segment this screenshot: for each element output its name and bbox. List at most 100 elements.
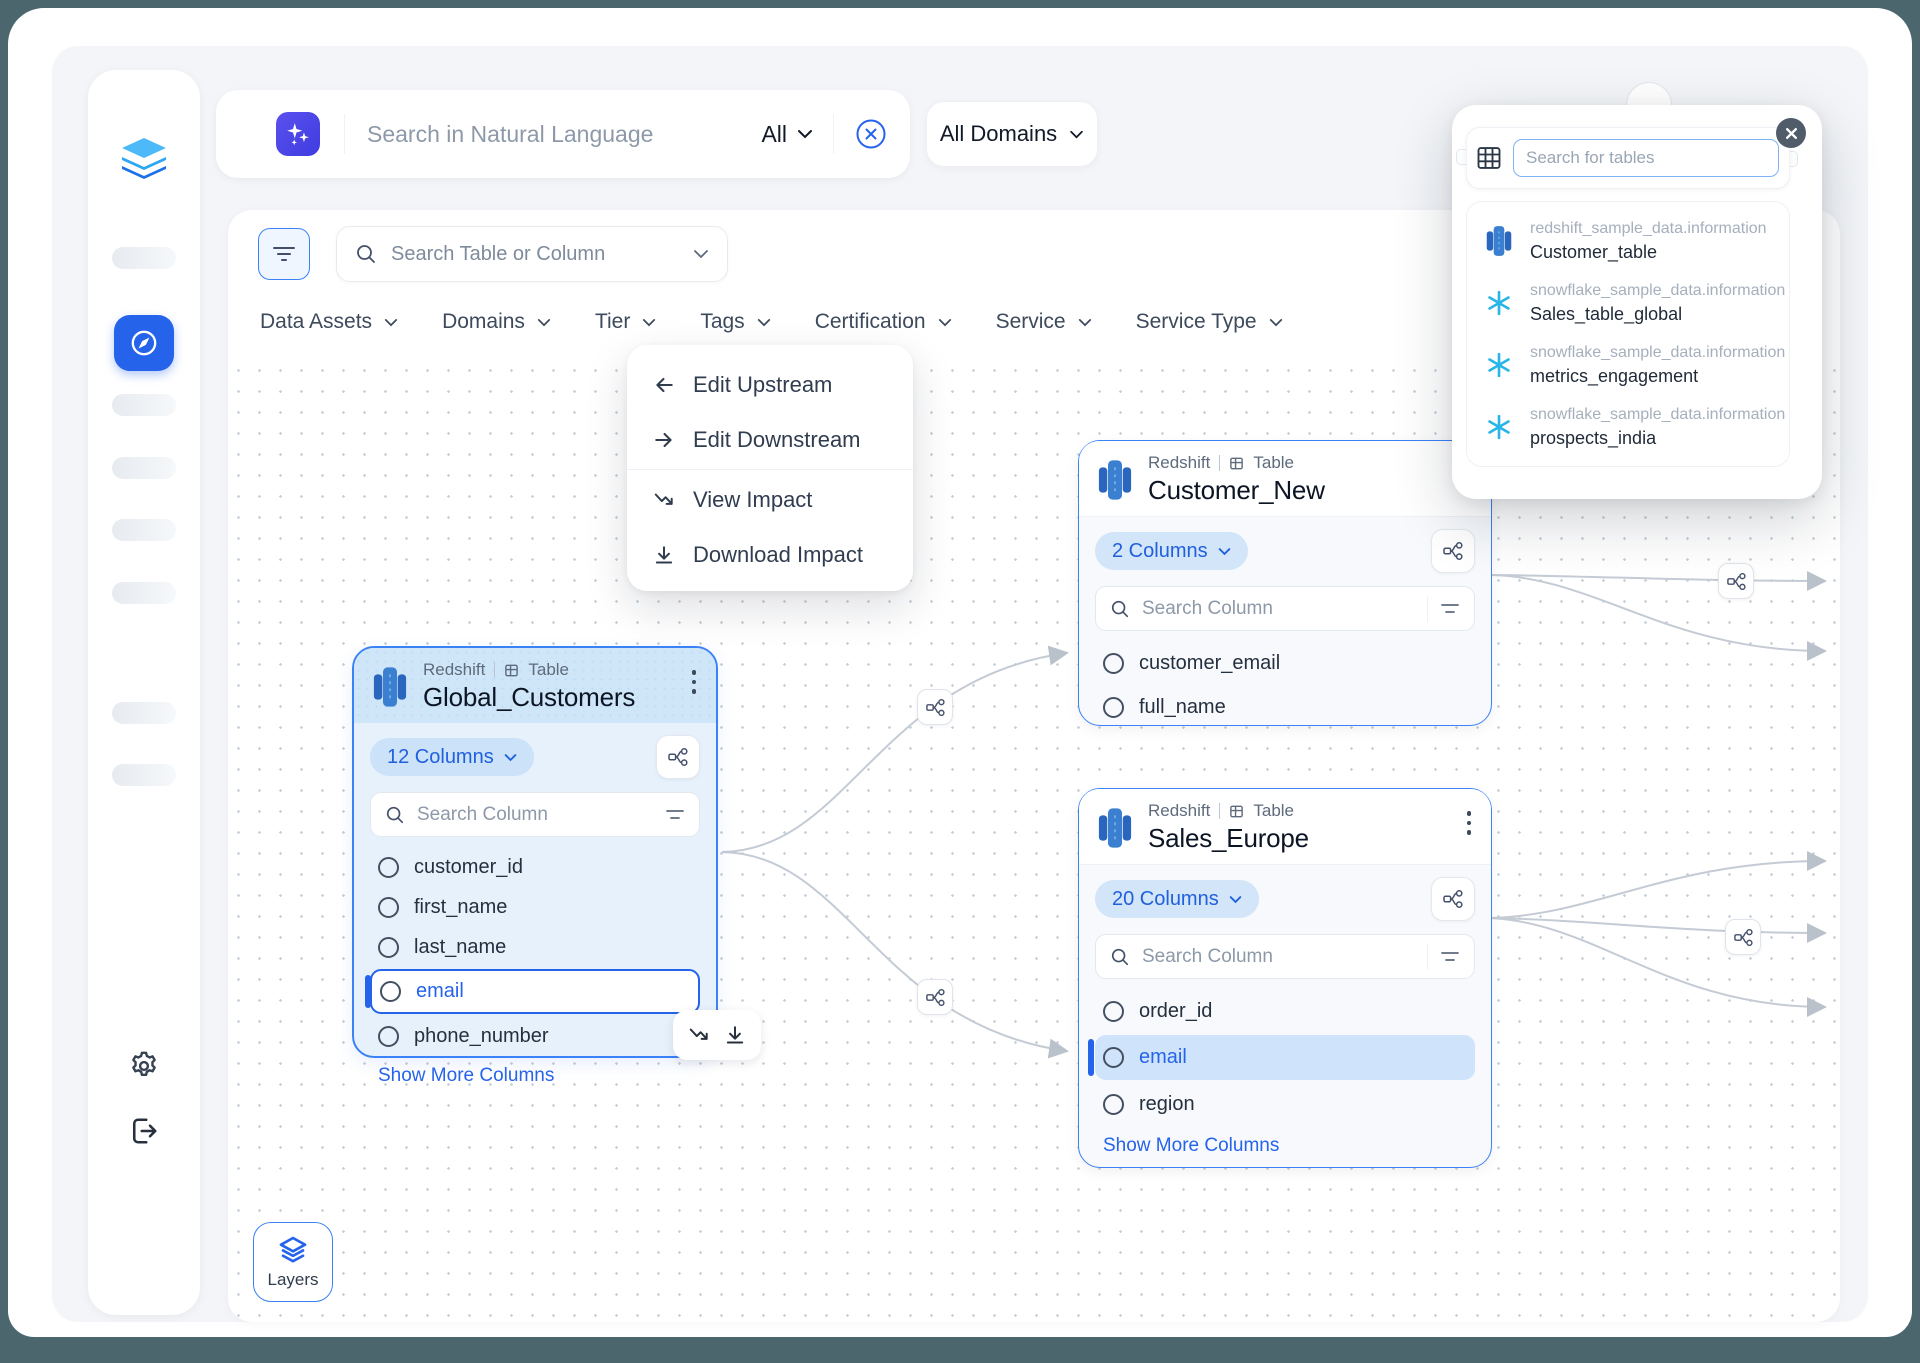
node-header[interactable]: Redshift Table Sales_Europe [1079,789,1491,865]
impact-zigzag-icon [653,489,675,511]
columns-count-pill[interactable]: 2 Columns [1095,532,1248,570]
column-row[interactable]: last_name [370,927,700,967]
node-type-label: Table [1253,801,1294,821]
column-radio[interactable] [380,981,401,1002]
node-lineage-icon-button[interactable] [1431,877,1475,921]
ai-sparkle-icon[interactable] [276,112,320,156]
column-radio[interactable] [378,937,399,958]
close-icon[interactable] [1776,118,1806,148]
natural-language-search-input[interactable] [367,121,761,148]
app-logo-icon[interactable] [116,136,172,188]
layers-button[interactable]: Layers [253,1222,333,1302]
redshift-icon [1483,225,1515,257]
column-row[interactable]: customer_id [370,847,700,887]
search-icon [1110,947,1130,967]
sidebar-item-placeholder[interactable] [112,394,176,416]
search-icon [385,805,405,825]
popup-table-item[interactable]: snowflake_sample_data.information metric… [1467,334,1789,396]
popup-table-list: redshift_sample_data.information Custome… [1466,201,1790,467]
sidebar-item-placeholder[interactable] [112,519,176,541]
popup-table-item[interactable]: snowflake_sample_data.information prospe… [1467,396,1789,458]
node-source-label: Redshift [1148,801,1210,821]
popup-table-item[interactable]: snowflake_sample_data.information Sales_… [1467,272,1789,334]
column-row[interactable]: customer_email [1095,641,1475,685]
node-lineage-icon-button[interactable] [656,735,700,779]
column-radio[interactable] [378,1026,399,1047]
clear-search-icon[interactable] [854,117,888,151]
node-source-label: Redshift [1148,453,1210,473]
menu-item-edit-downstream[interactable]: Edit Downstream [627,412,913,467]
column-row[interactable]: first_name [370,887,700,927]
edge-lineage-button[interactable] [1718,563,1754,599]
search-scope-dropdown[interactable]: All [761,121,813,148]
show-more-columns-link[interactable]: Show More Columns [370,1065,700,1087]
column-row[interactable]: order_id [1095,989,1475,1033]
node-lineage-icon-button[interactable] [1431,529,1475,573]
menu-item-edit-upstream[interactable]: Edit Upstream [627,357,913,412]
table-schema: redshift_sample_data.information [1530,218,1767,240]
sidebar-item-placeholder[interactable] [112,457,176,479]
sidebar [88,70,200,1315]
lineage-icon [1442,888,1464,910]
columns-count-pill[interactable]: 12 Columns [370,738,534,776]
download-impact-icon[interactable] [724,1024,746,1046]
sidebar-item-placeholder[interactable] [112,702,176,724]
logout-icon[interactable] [88,1113,200,1149]
filter-lines-icon[interactable] [665,808,685,822]
table-icon [1229,456,1244,471]
node-header[interactable]: Redshift Table Customer_New [1079,441,1491,517]
column-search-input[interactable] [1142,946,1415,968]
menu-item-download-impact[interactable]: Download Impact [627,527,913,582]
lineage-context-menu: Edit Upstream Edit Downstream View Impac… [627,345,913,591]
column-row[interactable]: full_name [1095,685,1475,729]
table-node-customer-new[interactable]: Redshift Table Customer_New 2 Columns [1078,440,1492,726]
show-more-columns-link[interactable]: Show More Columns [1095,1135,1475,1157]
table-schema: snowflake_sample_data.information [1530,342,1785,364]
filter-lines-icon[interactable] [1440,602,1460,616]
all-domains-dropdown[interactable]: All Domains [926,101,1098,167]
column-row-selected[interactable]: email [370,969,700,1014]
sidebar-item-discover-active[interactable] [114,315,174,371]
column-radio[interactable] [1103,697,1124,718]
column-row-selected[interactable]: email [1095,1035,1475,1080]
table-node-sales-europe[interactable]: Redshift Table Sales_Europe 20 Columns [1078,788,1492,1168]
column-radio[interactable] [1103,653,1124,674]
columns-count-pill[interactable]: 20 Columns [1095,880,1259,918]
divider [344,114,345,154]
edge-lineage-button[interactable] [917,689,953,725]
column-radio[interactable] [378,857,399,878]
column-radio[interactable] [1103,1094,1124,1115]
snowflake-icon [1483,289,1515,317]
settings-gear-icon[interactable] [88,1048,200,1084]
column-radio[interactable] [378,897,399,918]
table-name: Sales_table_global [1530,302,1785,326]
arrow-left-icon [653,374,675,396]
selected-accent-bar [1088,1039,1094,1076]
table-name: prospects_india [1530,426,1785,450]
table-icon [1229,804,1244,819]
kebab-menu-icon[interactable] [1463,807,1476,839]
table-node-global-customers[interactable]: Redshift Table Global_Customers 12 Colum… [352,646,718,1058]
menu-item-view-impact[interactable]: View Impact [627,472,913,527]
redshift-icon [1095,807,1135,849]
view-impact-icon[interactable] [688,1024,710,1046]
column-radio[interactable] [1103,1047,1124,1068]
popup-table-item[interactable]: redshift_sample_data.information Custome… [1467,210,1789,272]
column-search-input[interactable] [1142,598,1415,620]
column-radio[interactable] [1103,1001,1124,1022]
kebab-menu-icon[interactable] [688,666,701,698]
sidebar-item-placeholder[interactable] [112,247,176,269]
chevron-down-icon [504,753,517,762]
edge-lineage-button[interactable] [1725,919,1761,955]
all-domains-label: All Domains [940,121,1057,147]
sidebar-item-placeholder[interactable] [112,582,176,604]
popup-table-search-input[interactable] [1513,139,1779,177]
filter-lines-icon[interactable] [1440,950,1460,964]
edge-lineage-button[interactable] [917,979,953,1015]
column-search-input[interactable] [417,804,653,826]
column-row[interactable]: region [1095,1082,1475,1126]
column-row[interactable]: phone_number [370,1016,700,1056]
sidebar-item-placeholder[interactable] [112,764,176,786]
node-header[interactable]: Redshift Table Global_Customers [354,648,716,723]
divider [494,662,495,678]
